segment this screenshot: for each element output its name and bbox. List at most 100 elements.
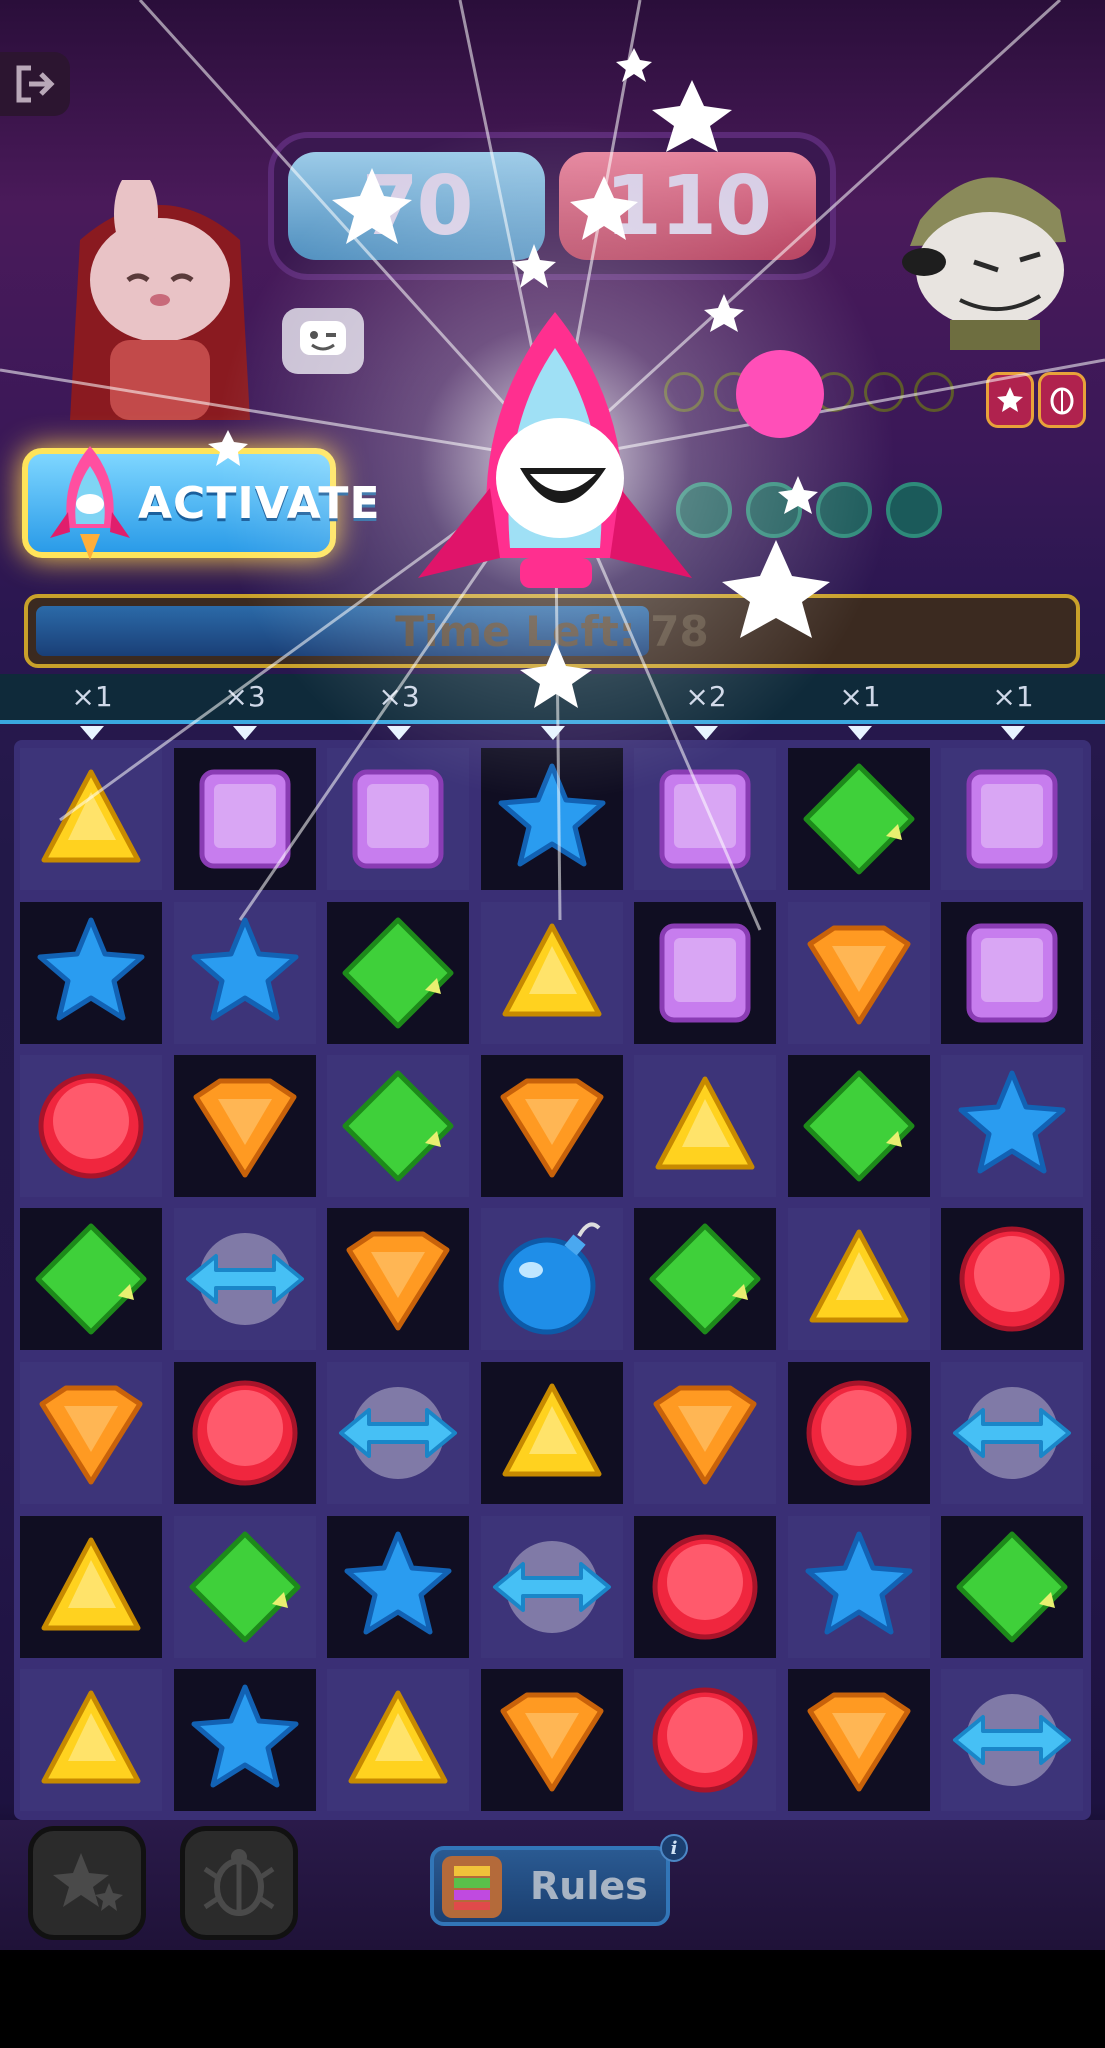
circle-gem-icon <box>38 1073 144 1179</box>
player-progress <box>676 482 942 538</box>
star-gem-icon <box>498 763 606 867</box>
emote-button[interactable] <box>282 308 364 374</box>
board-cell[interactable] <box>788 1055 930 1197</box>
column-arrow <box>1001 726 1025 740</box>
triangle-gem-icon <box>655 1076 755 1170</box>
board-cell[interactable] <box>941 1362 1083 1504</box>
progress-slot <box>886 482 942 538</box>
shield-gem-icon <box>653 1385 757 1485</box>
diamond-gem-icon <box>35 1223 147 1335</box>
activate-label: ACTIVATE <box>138 477 381 529</box>
shield-gem-icon <box>500 1078 604 1178</box>
arrow-gem-icon <box>953 1387 1071 1479</box>
board-cell[interactable] <box>20 1516 162 1658</box>
triangle-gem-icon <box>348 1690 448 1784</box>
board-cell[interactable] <box>174 1055 316 1197</box>
board-cell[interactable] <box>941 1516 1083 1658</box>
triangle-gem-icon <box>502 1383 602 1477</box>
board-cell[interactable] <box>174 748 316 890</box>
board-cell[interactable] <box>20 1208 162 1350</box>
board-cell[interactable] <box>941 1208 1083 1350</box>
board-cell[interactable] <box>634 1208 776 1350</box>
square-gem-icon <box>352 769 444 869</box>
rocket-icon <box>418 312 692 588</box>
board-cell[interactable] <box>481 748 623 890</box>
circle-gem-icon <box>806 1380 912 1486</box>
board-cell[interactable] <box>327 1516 469 1658</box>
arrow-gem-icon <box>339 1387 457 1479</box>
board-cell[interactable] <box>481 1055 623 1197</box>
board-cell[interactable] <box>327 902 469 1044</box>
board-cell[interactable] <box>174 1516 316 1658</box>
board-cell[interactable] <box>941 1669 1083 1811</box>
bomb-gem-icon <box>498 1222 601 1335</box>
board-cell[interactable] <box>634 1362 776 1504</box>
board-cell[interactable] <box>788 1362 930 1504</box>
board-cell[interactable] <box>20 1055 162 1197</box>
shield-gem-icon <box>193 1078 297 1178</box>
square-gem-icon <box>659 923 751 1023</box>
board-cell[interactable] <box>481 902 623 1044</box>
board-cell[interactable] <box>788 748 930 890</box>
column-multiplier: ×3 <box>224 680 266 713</box>
board-cell[interactable] <box>634 1516 776 1658</box>
game-screen: 70 110 ACTIVATE Time Left: 78 ×1 ×3 ×3 ×… <box>0 0 1105 2048</box>
star-booster-button[interactable] <box>28 1826 146 1940</box>
exit-button[interactable] <box>0 52 70 116</box>
board-cell[interactable] <box>788 1208 930 1350</box>
shield-gem-icon <box>807 925 911 1025</box>
board-cell[interactable] <box>634 748 776 890</box>
board-cell[interactable] <box>941 902 1083 1044</box>
board-cell[interactable] <box>788 1516 930 1658</box>
triangle-gem-icon <box>809 1229 909 1323</box>
square-gem-icon <box>659 769 751 869</box>
board-cell[interactable] <box>20 1362 162 1504</box>
progress-slot <box>814 372 854 412</box>
board-cell[interactable] <box>634 1669 776 1811</box>
board-cell[interactable] <box>327 1669 469 1811</box>
square-gem-icon <box>966 923 1058 1023</box>
star-gem-icon <box>344 1531 452 1635</box>
board-cell[interactable] <box>941 1055 1083 1197</box>
board-cell[interactable] <box>327 1362 469 1504</box>
column-multiplier: ×3 <box>378 680 420 713</box>
board-cell[interactable] <box>481 1516 623 1658</box>
activate-button[interactable]: ACTIVATE <box>22 446 380 560</box>
board-cell[interactable] <box>481 1362 623 1504</box>
game-board <box>14 740 1091 1820</box>
diamond-gem-icon <box>342 917 454 1029</box>
board-cell[interactable] <box>20 1669 162 1811</box>
board-cell[interactable] <box>20 902 162 1044</box>
board-cell[interactable] <box>174 902 316 1044</box>
board-cell[interactable] <box>327 748 469 890</box>
scarab-booster-button[interactable] <box>180 1826 298 1940</box>
star-gem-icon <box>191 917 299 1021</box>
board-cell[interactable] <box>481 1208 623 1350</box>
progress-slot <box>914 372 954 412</box>
circle-gem-icon <box>652 1687 758 1793</box>
board-cell[interactable] <box>634 1055 776 1197</box>
info-icon[interactable]: i <box>660 1834 688 1862</box>
column-multiplier: ×1 <box>992 680 1034 713</box>
board-cell[interactable] <box>174 1669 316 1811</box>
diamond-gem-icon <box>803 763 915 875</box>
board-cell[interactable] <box>174 1208 316 1350</box>
triangle-gem-icon <box>41 769 141 863</box>
board-cell[interactable] <box>788 1669 930 1811</box>
opponent-progress <box>664 372 954 412</box>
diamond-gem-icon <box>649 1223 761 1335</box>
board-cell[interactable] <box>788 902 930 1044</box>
circle-gem-icon <box>192 1380 298 1486</box>
scarab-booster-icon <box>203 1849 275 1916</box>
board-cell[interactable] <box>174 1362 316 1504</box>
rules-button[interactable]: Rules <box>430 1846 670 1926</box>
board-cell[interactable] <box>941 748 1083 890</box>
triangle-gem-icon <box>502 923 602 1017</box>
board-cell[interactable] <box>20 748 162 890</box>
diamond-gem-icon <box>189 1531 301 1643</box>
board-cell[interactable] <box>634 902 776 1044</box>
board-cell[interactable] <box>481 1669 623 1811</box>
board-cell[interactable] <box>327 1055 469 1197</box>
circle-gem-icon <box>652 1534 758 1640</box>
board-cell[interactable] <box>327 1208 469 1350</box>
